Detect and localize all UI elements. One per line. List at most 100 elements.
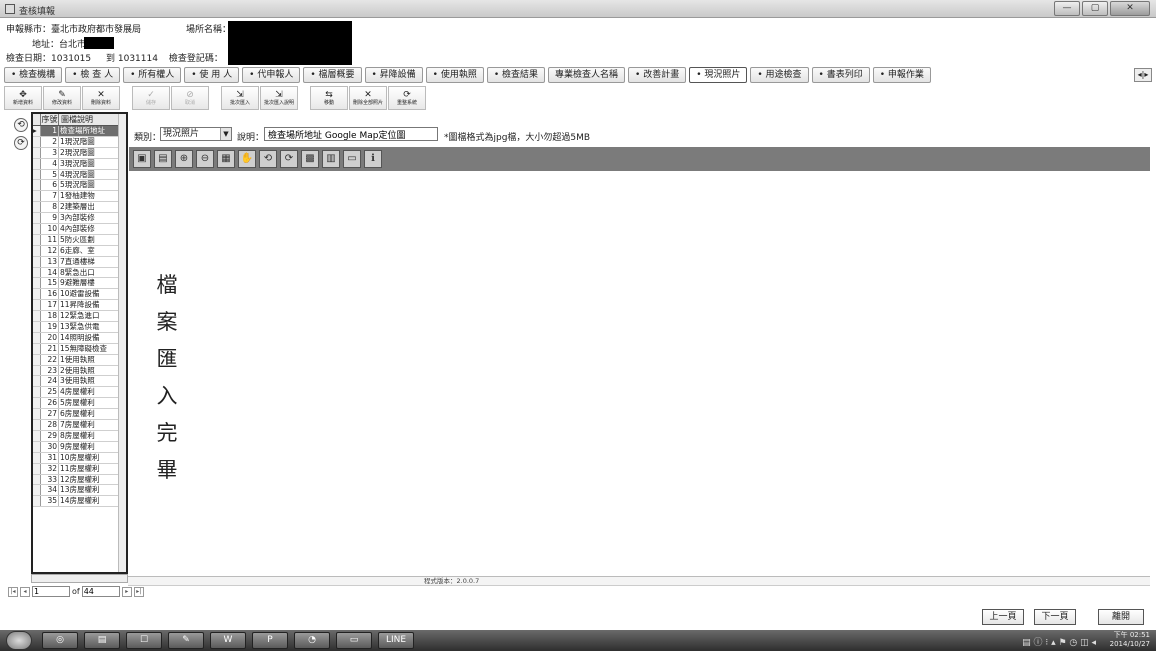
row-selector[interactable]: [33, 311, 41, 322]
table-row[interactable]: 17 11昇降設備: [33, 300, 126, 312]
row-selector[interactable]: [33, 409, 41, 420]
exit-button[interactable]: 離開: [1098, 609, 1144, 625]
row-selector[interactable]: [33, 398, 41, 409]
row-selector[interactable]: ▸: [33, 126, 41, 136]
tab-6[interactable]: • 檔層概要: [303, 67, 362, 83]
table-row[interactable]: 23 2使用執照: [33, 365, 126, 377]
table-row[interactable]: 5 4現況階圖: [33, 169, 126, 181]
viewer-tool-icon-2[interactable]: ▤: [154, 150, 172, 168]
category-select[interactable]: 現況照片 ▼: [160, 127, 232, 141]
table-row[interactable]: 34 13房屋權利: [33, 485, 126, 497]
table-row[interactable]: 9 3內部裝修: [33, 213, 126, 225]
row-selector[interactable]: [33, 147, 41, 158]
table-row[interactable]: 14 8緊急出口: [33, 267, 126, 279]
row-selector[interactable]: [33, 322, 41, 332]
toolbar-button-6[interactable]: ⇲ 批次匯入: [221, 86, 259, 110]
row-selector[interactable]: [33, 496, 41, 507]
toolbar-button-1[interactable]: ✥ 新增資料: [4, 86, 42, 110]
row-selector[interactable]: [33, 452, 41, 463]
table-row[interactable]: 25 4房屋權利: [33, 387, 126, 399]
tab-10[interactable]: 專業檢查人名稱: [548, 67, 626, 83]
table-row[interactable]: 30 9房屋權利: [33, 441, 126, 453]
row-selector[interactable]: [33, 441, 41, 452]
table-row[interactable]: 16 10避雷設備: [33, 289, 126, 301]
taskbar-app-7[interactable]: ◔: [294, 632, 330, 649]
column-header-description[interactable]: 圖檔說明: [59, 114, 126, 125]
row-selector[interactable]: [33, 474, 41, 485]
table-row[interactable]: 27 6房屋權利: [33, 409, 126, 421]
toolbar-button-8[interactable]: ⇆ 移動: [310, 86, 348, 110]
row-selector[interactable]: [33, 245, 41, 256]
toolbar-button-4[interactable]: ✓ 儲存: [132, 86, 170, 110]
table-row[interactable]: 4 3現況階圖: [33, 158, 126, 170]
tab-7[interactable]: • 昇降設備: [364, 67, 423, 83]
viewer-tool-icon-3[interactable]: ⊕: [175, 150, 193, 168]
table-row[interactable]: 33 12房屋權利: [33, 474, 126, 486]
maximize-button[interactable]: ▢: [1082, 1, 1108, 16]
refresh-icon[interactable]: ⟲: [14, 118, 28, 132]
row-selector[interactable]: [33, 354, 41, 365]
clock[interactable]: 下午 02:51 2014/10/27: [1110, 631, 1150, 649]
close-button[interactable]: ✕: [1110, 1, 1150, 16]
row-selector[interactable]: [33, 387, 41, 398]
table-row[interactable]: 3 2現況階圖: [33, 147, 126, 159]
table-row[interactable]: ▸ 1 檢查場所地址: [33, 126, 126, 137]
table-row[interactable]: 13 7直通樓梯: [33, 256, 126, 268]
tab-8[interactable]: • 使用執照: [425, 67, 484, 83]
first-record-button[interactable]: |◂: [8, 586, 18, 597]
taskbar-app-2[interactable]: ▤: [84, 632, 120, 649]
row-selector[interactable]: [33, 300, 41, 311]
taskbar-app-3[interactable]: ☐: [126, 632, 162, 649]
prev-record-button[interactable]: ◂: [20, 586, 30, 597]
row-selector[interactable]: [33, 376, 41, 387]
taskbar-app-6[interactable]: P: [252, 632, 288, 649]
tab-14[interactable]: • 書表列印: [811, 67, 870, 83]
table-row[interactable]: 7 1發柚建物: [33, 191, 126, 203]
toolbar-button-7[interactable]: ⇲ 批次匯入說明: [260, 86, 298, 110]
row-selector[interactable]: [33, 213, 41, 224]
tab-15[interactable]: • 申報作業: [872, 67, 931, 83]
row-selector[interactable]: [33, 278, 41, 289]
toolbar-button-10[interactable]: ⟳ 重整系統: [388, 86, 426, 110]
tab-3[interactable]: • 所有權人: [123, 67, 182, 83]
table-row[interactable]: 8 2建築層出: [33, 202, 126, 214]
tab-5[interactable]: • 代申報人: [242, 67, 301, 83]
viewer-tool-icon-5[interactable]: ▦: [217, 150, 235, 168]
row-selector[interactable]: [33, 158, 41, 169]
grid-horizontal-scrollbar[interactable]: [31, 574, 128, 583]
table-row[interactable]: 10 4內部裝修: [33, 224, 126, 235]
column-header-serial[interactable]: 序號: [41, 114, 59, 125]
row-selector[interactable]: [33, 463, 41, 474]
tab-1[interactable]: • 檢查機構: [4, 67, 63, 83]
row-selector[interactable]: [33, 256, 41, 267]
table-row[interactable]: 20 14照明設備: [33, 332, 126, 344]
reload-icon[interactable]: ⟳: [14, 136, 28, 150]
table-row[interactable]: 31 10房屋權利: [33, 452, 126, 464]
table-row[interactable]: 19 13緊急供電: [33, 322, 126, 333]
system-tray[interactable]: ▤ ⓘ ⁝ ▴ ⚑ ◷ ◫ ◂: [1022, 635, 1096, 648]
table-row[interactable]: 12 6走廊、室: [33, 245, 126, 257]
table-row[interactable]: 11 5防火區劃: [33, 234, 126, 246]
current-record-input[interactable]: [32, 586, 70, 597]
taskbar-app-9[interactable]: LINE: [378, 632, 414, 649]
row-selector[interactable]: [33, 224, 41, 234]
toolbar-button-9[interactable]: ✕ 刪除全部照片: [349, 86, 387, 110]
viewer-tool-icon-9[interactable]: ▩: [301, 150, 319, 168]
toolbar-button-3[interactable]: ✕ 刪除資料: [82, 86, 120, 110]
table-row[interactable]: 29 8房屋權利: [33, 430, 126, 442]
table-row[interactable]: 2 1現況階圖: [33, 136, 126, 148]
taskbar-app-4[interactable]: ✎: [168, 632, 204, 649]
taskbar-app-5[interactable]: W: [210, 632, 246, 649]
start-button[interactable]: [6, 631, 32, 650]
row-selector[interactable]: [33, 343, 41, 354]
tab-13[interactable]: • 用途檢查: [750, 67, 809, 83]
tab-scroll-button[interactable]: ◂|▸: [1134, 68, 1152, 82]
toolbar-button-2[interactable]: ✎ 修改資料: [43, 86, 81, 110]
viewer-tool-icon-7[interactable]: ⟲: [259, 150, 277, 168]
tab-4[interactable]: • 使 用 人: [184, 67, 240, 83]
row-selector[interactable]: [33, 485, 41, 496]
last-record-button[interactable]: ▸|: [133, 586, 144, 597]
table-row[interactable]: 21 15無障礙檢查: [33, 343, 126, 355]
row-selector[interactable]: [33, 202, 41, 213]
next-page-button[interactable]: 下一頁: [1034, 609, 1076, 625]
